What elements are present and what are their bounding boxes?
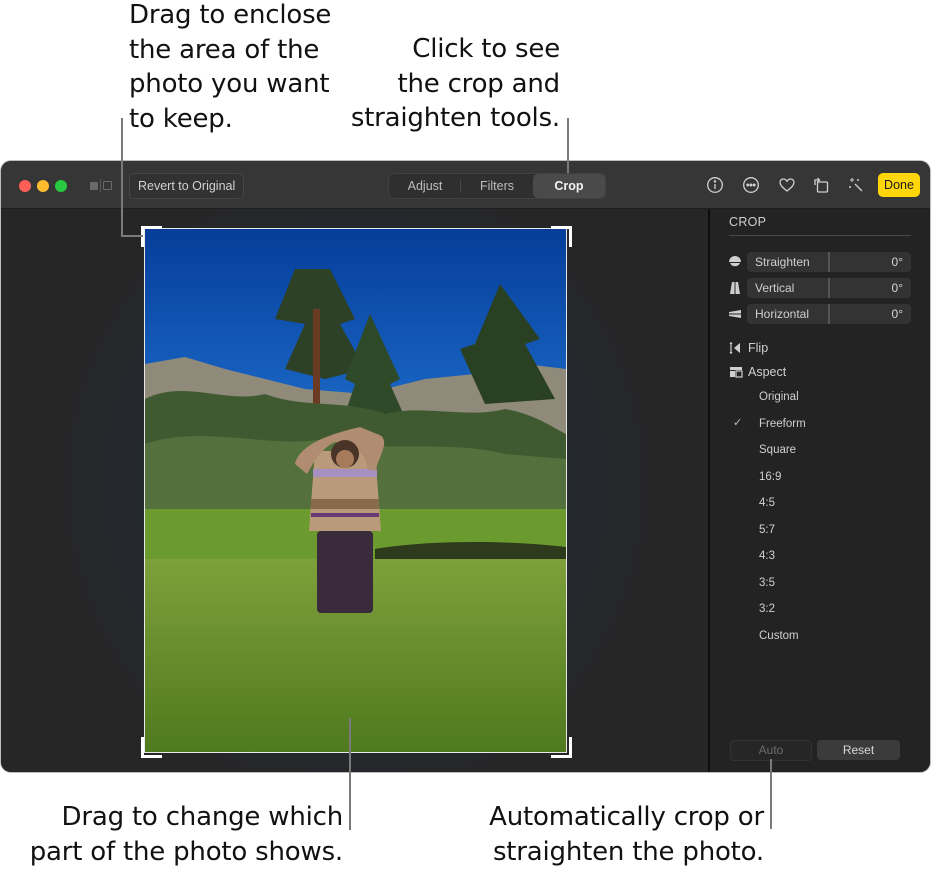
slider-horizontal: Horizontal 0° bbox=[728, 304, 912, 324]
slider-label: Vertical bbox=[755, 281, 795, 295]
aspect-label: Aspect bbox=[748, 365, 787, 379]
aspect-option-square[interactable]: Square bbox=[759, 442, 796, 458]
split-view-icon[interactable] bbox=[90, 179, 112, 192]
checkmark-icon: ✓ bbox=[733, 417, 743, 429]
minimize-window-button[interactable] bbox=[37, 180, 49, 192]
heart-icon[interactable] bbox=[778, 176, 796, 194]
callout-line: the area of the bbox=[129, 34, 320, 65]
aspect-icon bbox=[729, 365, 743, 379]
slider-value: 0° bbox=[891, 255, 903, 269]
view-toggle-divider bbox=[100, 179, 101, 192]
more-icon[interactable] bbox=[742, 176, 760, 194]
slider-value: 0° bbox=[891, 281, 903, 295]
revert-to-original-button[interactable]: Revert to Original bbox=[129, 173, 245, 199]
pine-trunk bbox=[313, 309, 320, 409]
callout-crop-tab: Click to see the crop and straighten too… bbox=[351, 32, 560, 136]
callout-line: straighten the photo. bbox=[492, 836, 764, 867]
slider-thumb[interactable] bbox=[828, 252, 830, 272]
person-pants bbox=[317, 531, 373, 613]
callout-line: Drag to enclose bbox=[129, 0, 332, 30]
straighten-slider[interactable]: Straighten 0° bbox=[747, 252, 911, 272]
reset-button[interactable]: Reset bbox=[817, 740, 900, 760]
toolbar: Revert to Original Adjust Filters Crop D… bbox=[1, 161, 930, 209]
leader-line-crop-area bbox=[121, 118, 123, 236]
aspect-option-3-2[interactable]: 3:2 bbox=[759, 601, 775, 617]
leader-line-crop-area-h bbox=[121, 235, 143, 237]
callout-line: to keep. bbox=[129, 103, 233, 134]
tab-crop[interactable]: Crop bbox=[533, 174, 605, 198]
crop-handle-top-right[interactable] bbox=[551, 226, 572, 247]
callout-auto: Automatically crop or straighten the pho… bbox=[489, 800, 764, 869]
tab-filters[interactable]: Filters bbox=[461, 174, 533, 198]
aspect-option-custom[interactable]: Custom bbox=[759, 628, 799, 644]
after-view-icon bbox=[103, 181, 112, 190]
callout-line: Drag to change which bbox=[61, 802, 344, 832]
crop-handle-top-left[interactable] bbox=[141, 226, 162, 247]
aspect-header: Aspect bbox=[729, 363, 786, 381]
callout-crop-area: Drag to enclose the area of the photo yo… bbox=[129, 0, 331, 136]
crop-handle-bottom-right[interactable] bbox=[551, 737, 572, 758]
slider-label: Straighten bbox=[755, 255, 810, 269]
slider-thumb[interactable] bbox=[828, 304, 830, 324]
leader-line-drag-photo bbox=[349, 718, 351, 830]
crop-handle-bottom-left[interactable] bbox=[141, 737, 162, 758]
aspect-option-16-9[interactable]: 16:9 bbox=[759, 469, 781, 485]
callout-drag-photo: Drag to change which part of the photo s… bbox=[29, 800, 344, 869]
flip-button[interactable]: Flip bbox=[729, 339, 768, 357]
slider-straighten: Straighten 0° bbox=[728, 252, 912, 272]
photo-image[interactable] bbox=[145, 229, 566, 752]
horizontal-slider[interactable]: Horizontal 0° bbox=[747, 304, 911, 324]
callout-line: the crop and bbox=[397, 68, 560, 99]
close-window-button[interactable] bbox=[19, 180, 31, 192]
flip-icon bbox=[729, 341, 743, 355]
tab-adjust[interactable]: Adjust bbox=[389, 174, 461, 198]
vertical-slider[interactable]: Vertical 0° bbox=[747, 278, 911, 298]
callout-line: Click to see bbox=[412, 34, 560, 64]
aspect-option-4-3[interactable]: 4:3 bbox=[759, 548, 775, 564]
magic-wand-icon[interactable] bbox=[847, 176, 865, 194]
aspect-option-4-5[interactable]: 4:5 bbox=[759, 495, 775, 511]
leader-line-crop-tab bbox=[567, 118, 569, 173]
slider-value: 0° bbox=[891, 307, 903, 321]
callout-line: part of the photo shows. bbox=[29, 836, 344, 867]
vertical-perspective-icon bbox=[728, 281, 742, 295]
slider-vertical: Vertical 0° bbox=[728, 278, 912, 298]
aspect-option-original[interactable]: Original bbox=[759, 389, 799, 405]
flip-label: Flip bbox=[748, 341, 769, 355]
rotate-icon[interactable] bbox=[812, 176, 830, 194]
horizontal-perspective-icon bbox=[728, 307, 742, 321]
callout-line: straighten tools. bbox=[350, 103, 560, 133]
crop-sidebar: CROP Straighten 0° Vertical 0° Horizonta… bbox=[710, 209, 930, 772]
auto-button[interactable]: Auto bbox=[730, 740, 812, 761]
aspect-option-3-5[interactable]: 3:5 bbox=[759, 575, 775, 591]
sidebar-title-rule bbox=[729, 235, 911, 236]
callout-line: Automatically crop or bbox=[489, 802, 764, 832]
zoom-window-button[interactable] bbox=[55, 180, 67, 192]
slider-thumb[interactable] bbox=[828, 278, 830, 298]
before-view-icon bbox=[90, 181, 98, 190]
info-icon[interactable] bbox=[706, 176, 724, 194]
straighten-icon bbox=[728, 255, 742, 269]
aspect-option-5-7[interactable]: 5:7 bbox=[759, 522, 775, 538]
sidebar-title: CROP bbox=[729, 215, 767, 229]
leader-line-auto bbox=[770, 759, 772, 829]
slider-label: Horizontal bbox=[755, 307, 810, 321]
callout-line: photo you want bbox=[129, 69, 330, 99]
edit-mode-tabs: Adjust Filters Crop bbox=[388, 173, 606, 199]
aspect-option-freeform[interactable]: Freeform bbox=[759, 416, 806, 432]
done-button[interactable]: Done bbox=[878, 173, 920, 197]
